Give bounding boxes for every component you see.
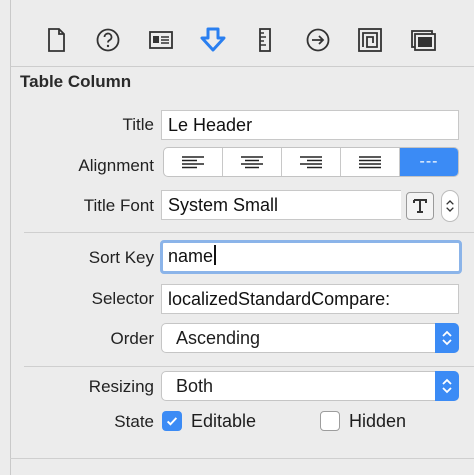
align-right-icon (300, 156, 322, 169)
bindings-icon[interactable] (356, 26, 384, 54)
title-label: Title (122, 115, 155, 134)
align-justified-icon (359, 156, 381, 169)
hidden-checkbox[interactable] (320, 411, 340, 431)
font-size-stepper[interactable] (441, 190, 459, 222)
section-title: Table Column (20, 72, 132, 91)
selector-label: Selector (91, 289, 154, 308)
effects-icon[interactable] (409, 26, 437, 54)
file-icon[interactable] (42, 26, 70, 54)
alignment-label: Alignment (78, 156, 154, 175)
identity-icon[interactable] (147, 26, 175, 54)
alignment-segmented-control: --- (163, 147, 459, 177)
align-natural-button[interactable]: --- (400, 148, 458, 176)
sort-key-value: name (168, 246, 214, 266)
align-right-button[interactable] (282, 148, 341, 176)
title-font-label: Title Font (83, 196, 154, 215)
text-caret (214, 245, 216, 265)
order-popup[interactable]: Ascending (161, 323, 459, 353)
font-t-icon (413, 199, 427, 213)
attributes-icon[interactable] (199, 26, 227, 54)
sort-key-field[interactable]: name (160, 240, 462, 274)
title-font-field[interactable]: System Small (161, 190, 401, 220)
resizing-popup[interactable]: Both (161, 371, 459, 401)
resizing-value: Both (176, 376, 214, 396)
editable-checkbox[interactable] (162, 411, 182, 431)
resizing-label: Resizing (88, 377, 154, 396)
help-icon[interactable] (94, 26, 122, 54)
inspector-toolbar (10, 0, 474, 67)
popup-arrows-icon (435, 323, 459, 353)
align-center-icon (241, 156, 263, 169)
checkmark-icon (166, 417, 178, 426)
order-value: Ascending (176, 328, 261, 348)
align-left-icon (182, 156, 204, 169)
align-left-button[interactable] (164, 148, 223, 176)
order-label: Order (110, 329, 154, 348)
state-label: State (114, 412, 154, 431)
popup-arrows-icon (435, 371, 459, 401)
ruler-icon[interactable] (251, 26, 279, 54)
selector-field[interactable]: localizedStandardCompare: (161, 284, 459, 314)
section-divider (24, 366, 474, 367)
bottom-divider (10, 458, 474, 459)
align-natural-glyph: --- (419, 153, 439, 170)
section-divider (24, 232, 474, 233)
align-justified-button[interactable] (341, 148, 400, 176)
connections-icon[interactable] (304, 26, 332, 54)
stepper-arrows-icon (446, 200, 454, 212)
hidden-label[interactable]: Hidden (349, 411, 406, 432)
align-center-button[interactable] (223, 148, 282, 176)
sort-key-label: Sort Key (88, 248, 154, 267)
title-field[interactable]: Le Header (161, 110, 459, 140)
font-picker-button[interactable] (406, 192, 434, 220)
editable-label[interactable]: Editable (191, 411, 256, 432)
